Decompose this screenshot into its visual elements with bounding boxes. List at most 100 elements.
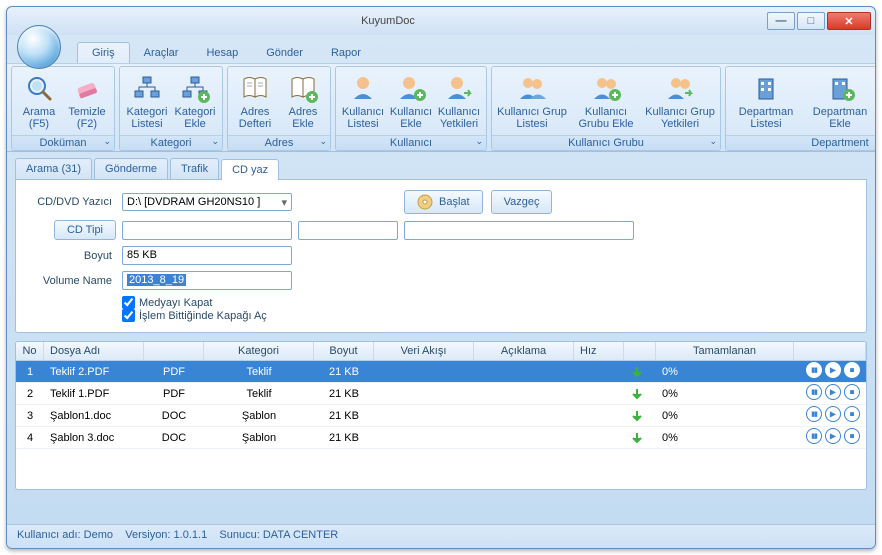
close-media-checkbox[interactable]: Medyayı Kapat xyxy=(122,296,644,309)
label: Kullanıcı Ekle xyxy=(388,106,434,130)
usergroup-add-button[interactable]: Kullanıcı Grubu Ekle xyxy=(569,70,643,132)
col-type[interactable] xyxy=(144,342,204,360)
table-row[interactable]: 2Teklif 1.PDFPDFTeklif21 KB0% xyxy=(16,383,866,405)
col-actions[interactable] xyxy=(794,342,866,360)
label: Kategori Ekle xyxy=(172,106,218,130)
cell-type: DOC xyxy=(144,429,204,447)
clear-button[interactable]: Temizle (F2) xyxy=(63,70,111,132)
cell-done: 0% xyxy=(656,385,794,403)
search-button[interactable]: Arama (F5) xyxy=(15,70,63,132)
dept-add-button[interactable]: Departman Ekle xyxy=(803,70,876,132)
cell-flow xyxy=(374,435,474,441)
cell-name: Teklif 2.PDF xyxy=(44,363,144,381)
user-list-button[interactable]: Kullanıcı Listesi xyxy=(339,70,387,132)
stop-button[interactable] xyxy=(844,428,860,444)
user-add-button[interactable]: Kullanıcı Ekle xyxy=(387,70,435,132)
cell-speed xyxy=(574,413,624,419)
stop-button[interactable] xyxy=(844,362,860,378)
cd-type-button[interactable]: CD Tipi xyxy=(54,220,116,240)
volume-value: 2013_8_19 xyxy=(127,274,186,286)
stop-button[interactable] xyxy=(844,384,860,400)
page-tabs: Arama (31) Gönderme Trafik CD yaz xyxy=(15,158,867,180)
table-row[interactable]: 1Teklif 2.PDFPDFTeklif21 KB0% xyxy=(16,361,866,383)
cell-size: 21 KB xyxy=(314,363,374,381)
pause-button[interactable] xyxy=(806,362,822,378)
stop-button[interactable] xyxy=(844,406,860,422)
minimize-button[interactable]: — xyxy=(767,12,795,30)
label: Arama (F5) xyxy=(16,106,62,130)
ribbon-group-label[interactable]: Adres xyxy=(228,135,330,150)
cd-type-field2[interactable] xyxy=(298,221,398,240)
col-desc[interactable]: Açıklama xyxy=(474,342,574,360)
checkbox-input[interactable] xyxy=(122,309,135,322)
download-arrow-icon xyxy=(624,406,656,426)
cancel-button[interactable]: Vazgeç xyxy=(491,190,553,214)
menu-tab-giris[interactable]: Giriş xyxy=(77,42,130,63)
start-button[interactable]: Başlat xyxy=(404,190,483,214)
label: Kullanıcı Grup Listesi xyxy=(496,106,568,130)
maximize-button[interactable]: □ xyxy=(797,12,825,30)
col-status[interactable] xyxy=(624,342,656,360)
writer-select[interactable]: D:\ [DVDRAM GH20NS10 ] xyxy=(122,193,292,211)
tab-trafik[interactable]: Trafik xyxy=(170,158,219,179)
checkbox-input[interactable] xyxy=(122,296,135,309)
pause-button[interactable] xyxy=(806,406,822,422)
cd-type-field[interactable] xyxy=(122,221,292,240)
ribbon: Arama (F5) Temizle (F2) Doküman Kategori… xyxy=(7,63,875,152)
cd-panel: CD/DVD Yazıcı D:\ [DVDRAM GH20NS10 ] Baş… xyxy=(15,180,867,333)
label: Kategori Listesi xyxy=(124,106,170,130)
tab-arama[interactable]: Arama (31) xyxy=(15,158,92,179)
group-icon xyxy=(516,72,548,104)
cell-cat: Teklif xyxy=(204,363,314,381)
usergroup-perms-button[interactable]: Kullanıcı Grup Yetkileri xyxy=(643,70,717,132)
ribbon-group-label[interactable]: Kullanıcı xyxy=(336,135,486,150)
menu-tab-hesap[interactable]: Hesap xyxy=(192,43,252,63)
eject-checkbox[interactable]: İşlem Bittiğinde Kapağı Aç xyxy=(122,309,644,322)
play-button[interactable] xyxy=(825,362,841,378)
col-name[interactable]: Dosya Adı xyxy=(44,342,144,360)
usergroup-list-button[interactable]: Kullanıcı Grup Listesi xyxy=(495,70,569,132)
dept-list-button[interactable]: Departman Listesi xyxy=(729,70,803,132)
download-arrow-icon xyxy=(624,384,656,404)
menu-tab-rapor[interactable]: Rapor xyxy=(317,43,375,63)
menu-tab-araclar[interactable]: Araçlar xyxy=(130,43,193,63)
table-row[interactable]: 3Şablon1.docDOCŞablon21 KB0% xyxy=(16,405,866,427)
cell-desc xyxy=(474,435,574,441)
ribbon-group-label[interactable]: Kategori xyxy=(120,135,222,150)
col-no[interactable]: No xyxy=(16,342,44,360)
play-button[interactable] xyxy=(825,406,841,422)
tab-cdyaz[interactable]: CD yaz xyxy=(221,159,279,180)
group-forward-icon xyxy=(664,72,696,104)
cell-no: 1 xyxy=(16,363,44,381)
size-value: 85 KB xyxy=(127,249,157,261)
pause-button[interactable] xyxy=(806,428,822,444)
tab-gonderme[interactable]: Gönderme xyxy=(94,158,168,179)
ribbon-group-label[interactable]: Department xyxy=(726,135,876,150)
col-cat[interactable]: Kategori xyxy=(204,342,314,360)
close-button[interactable]: ✕ xyxy=(827,12,871,30)
category-list-button[interactable]: Kategori Listesi xyxy=(123,70,171,132)
play-button[interactable] xyxy=(825,384,841,400)
col-done[interactable]: Tamamlanan xyxy=(656,342,794,360)
col-speed[interactable]: Hız xyxy=(574,342,624,360)
app-orb-button[interactable] xyxy=(17,25,61,69)
col-size[interactable]: Boyut xyxy=(314,342,374,360)
ribbon-group-label[interactable]: Kullanıcı Grubu xyxy=(492,135,720,150)
label: Adres Defteri xyxy=(232,106,278,130)
play-button[interactable] xyxy=(825,428,841,444)
cell-cat: Teklif xyxy=(204,385,314,403)
cell-flow xyxy=(374,413,474,419)
col-flow[interactable]: Veri Akışı xyxy=(374,342,474,360)
table-row[interactable]: 4Şablon 3.docDOCŞablon21 KB0% xyxy=(16,427,866,449)
category-add-button[interactable]: Kategori Ekle xyxy=(171,70,219,132)
file-grid: No Dosya Adı Kategori Boyut Veri Akışı A… xyxy=(15,341,867,490)
menu-tab-gonder[interactable]: Gönder xyxy=(252,43,317,63)
cell-size: 21 KB xyxy=(314,385,374,403)
pause-button[interactable] xyxy=(806,384,822,400)
volume-field[interactable]: 2013_8_19 xyxy=(122,271,292,290)
address-add-button[interactable]: Adres Ekle xyxy=(279,70,327,132)
cd-type-field3[interactable] xyxy=(404,221,634,240)
ribbon-group-label[interactable]: Doküman xyxy=(12,135,114,150)
addressbook-button[interactable]: Adres Defteri xyxy=(231,70,279,132)
user-perms-button[interactable]: Kullanıcı Yetkileri xyxy=(435,70,483,132)
